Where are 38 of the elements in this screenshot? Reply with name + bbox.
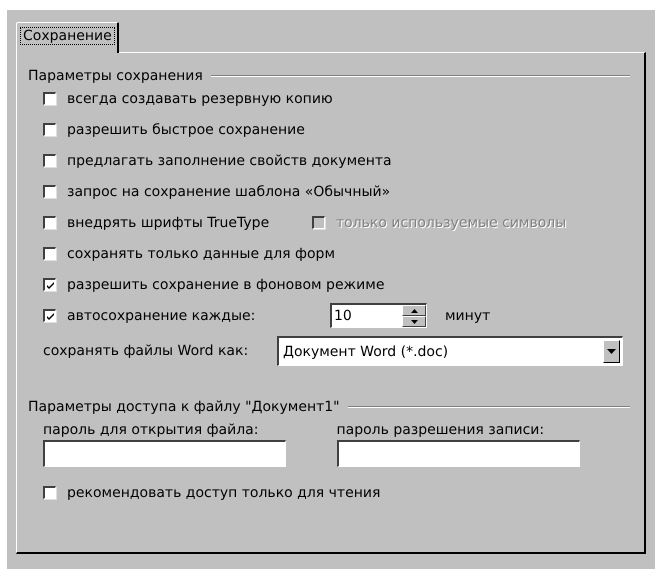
spin-up-button[interactable] [402, 305, 426, 316]
checkbox-label: рекомендовать доступ только для чтения [67, 484, 380, 500]
down-arrow-icon [607, 349, 616, 354]
checkbox-label: сохранять только данные для форм [67, 246, 336, 262]
field-label: пароль разрешения записи: [336, 422, 546, 440]
field-label: пароль для открытия файла: [43, 422, 260, 440]
dropdown[interactable]: Документ Word (*.doc) [277, 336, 623, 366]
checkbox-label: только используемые символы [336, 214, 566, 230]
unit-label: минут [445, 308, 490, 324]
checkbox-label: всегда создавать резервную копию [67, 90, 333, 106]
down-arrow-icon [410, 320, 418, 324]
checkbox[interactable] [43, 123, 56, 136]
checkbox-label: предлагать заполнение свойств документа [67, 152, 392, 168]
checkbox[interactable] [43, 309, 56, 322]
password-field[interactable] [43, 440, 286, 467]
checkbox[interactable] [43, 216, 56, 229]
checkbox[interactable] [43, 92, 56, 105]
checkbox-label: запрос на сохранение шаблона «Обычный» [67, 184, 390, 200]
checkbox[interactable] [43, 486, 56, 499]
checkmark-icon [46, 282, 54, 288]
checkbox[interactable] [43, 247, 56, 260]
checkbox[interactable] [43, 185, 56, 198]
group-title: Параметры доступа к файлу "Документ1" [28, 399, 340, 415]
checkbox-label: внедрять шрифты TrueType [67, 214, 270, 230]
tab[interactable]: Сохранение [16, 22, 119, 53]
checkmark-icon [46, 312, 54, 320]
checkbox[interactable] [43, 278, 56, 291]
group-title: Параметры сохранения [28, 68, 203, 84]
field-label: сохранять файлы Word как: [43, 343, 250, 359]
checkbox-label: автосохранение каждые: [67, 308, 256, 324]
up-arrow-icon [410, 308, 418, 312]
checkbox[interactable] [43, 154, 56, 167]
dropdown-button[interactable] [603, 340, 620, 363]
checkbox-label: разрешить сохранение в фоновом режиме [67, 276, 384, 292]
number-field[interactable]: 10 [330, 303, 427, 328]
checkbox-label: разрешить быстрое сохранение [67, 122, 305, 138]
spin-down-button[interactable] [402, 316, 426, 327]
password-field[interactable] [336, 440, 580, 467]
